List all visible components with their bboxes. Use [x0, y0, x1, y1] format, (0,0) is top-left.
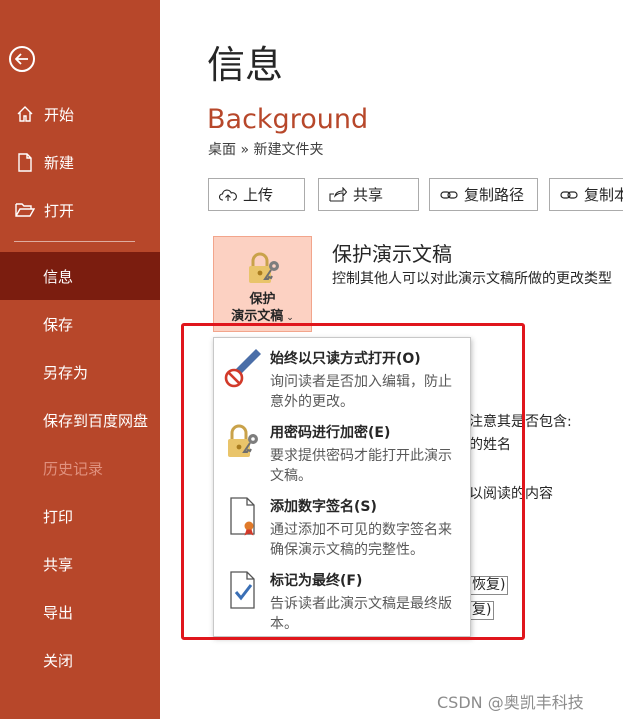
nav-info-label: 信息: [43, 267, 74, 286]
nav-home-label: 开始: [44, 105, 75, 124]
nav-export[interactable]: 导出: [0, 588, 160, 636]
menu-item-read-only-title: 始终以只读方式打开(O): [270, 351, 421, 367]
cloud-upload-icon: [219, 188, 237, 202]
protect-tile-label-2-row: 演示文稿 ⌄: [231, 308, 294, 327]
protect-tile-label-2: 演示文稿: [231, 309, 284, 324]
menu-item-encrypt-description: 要求提供密码才能打开此演示文稿。: [270, 448, 452, 484]
nav-history: 历史记录: [0, 444, 160, 492]
nav-save-as[interactable]: 另存为: [0, 348, 160, 396]
digital-signature-icon: [222, 494, 264, 538]
author-name-fragment: 的姓名: [469, 437, 511, 453]
restore-button-2[interactable]: 复): [469, 601, 495, 620]
nav-info[interactable]: 信息: [0, 252, 160, 300]
chevron-down-icon: ⌄: [286, 313, 294, 323]
menu-item-mark-final-title: 标记为最终(F): [270, 573, 363, 589]
menu-item-mark-final-description: 告诉读者此演示文稿是最终版本。: [270, 596, 452, 632]
breadcrumb[interactable]: 桌面 » 新建文件夹: [208, 139, 323, 159]
link-icon: [560, 189, 578, 201]
copy-path-button[interactable]: 复制路径: [429, 178, 538, 211]
protect-tile-label-1: 保护: [249, 292, 276, 307]
menu-item-signature-title: 添加数字签名(S): [270, 499, 377, 515]
protect-presentation-button[interactable]: 保护 演示文稿 ⌄: [213, 236, 312, 332]
nav-share-label: 共享: [43, 555, 74, 574]
nav-save-to-baidu-label: 保存到百度网盘: [43, 411, 149, 430]
nav-save-label: 保存: [43, 315, 74, 334]
menu-item-read-only-description: 询问读者是否加入编辑，防止意外的更改。: [270, 374, 452, 410]
home-icon: [14, 103, 36, 125]
lock-key-icon: [243, 251, 283, 291]
upload-label: 上传: [243, 186, 274, 204]
lock-key-icon: [222, 420, 264, 464]
nav-close[interactable]: 关闭: [0, 636, 160, 684]
nav-new-label: 新建: [44, 153, 75, 172]
back-arrow-icon: [15, 53, 28, 65]
link-icon: [440, 189, 458, 201]
nav-open[interactable]: 打开: [0, 186, 160, 234]
protect-presentation-menu: 始终以只读方式打开(O) 询问读者是否加入编辑，防止意外的更改。 用密码进行加密…: [213, 337, 471, 637]
copy-link-button[interactable]: 复制本: [549, 178, 623, 211]
copy-link-label: 复制本: [584, 186, 623, 204]
share-icon: [329, 187, 347, 202]
nav-save[interactable]: 保存: [0, 300, 160, 348]
copy-path-label: 复制路径: [464, 186, 525, 204]
protect-section-description: 控制其他人可以对此演示文稿所做的更改类型: [332, 271, 612, 287]
nav-history-label: 历史记录: [43, 459, 104, 478]
page-title: 信息: [207, 43, 284, 87]
nav-open-label: 打开: [44, 201, 75, 220]
document-name: Background: [207, 104, 369, 135]
accessibility-fragment: 以阅读的内容: [469, 486, 553, 502]
back-button[interactable]: [9, 46, 35, 72]
nav-close-label: 关闭: [43, 651, 74, 670]
inspect-note-fragment: 请注意其是否包含:: [455, 414, 572, 430]
nav-save-to-baidu[interactable]: 保存到百度网盘: [0, 396, 160, 444]
share-button[interactable]: 共享: [318, 178, 419, 211]
menu-item-encrypt-title: 用密码进行加密(E): [270, 425, 391, 441]
folder-open-icon: [14, 199, 36, 221]
protect-section-title: 保护演示文稿: [332, 242, 452, 266]
nav-print-label: 打印: [43, 507, 74, 526]
watermark: CSDN @奥凯丰科技: [437, 693, 584, 712]
nav-home[interactable]: 开始: [0, 90, 160, 138]
share-label: 共享: [353, 186, 384, 204]
nav-share[interactable]: 共享: [0, 540, 160, 588]
nav-save-as-label: 另存为: [43, 363, 89, 382]
menu-item-signature-description: 通过添加不可见的数字签名来确保演示文稿的完整性。: [270, 522, 452, 558]
nav-print[interactable]: 打印: [0, 492, 160, 540]
pencil-no-edit-icon: [222, 346, 264, 390]
nav-export-label: 导出: [43, 603, 74, 622]
mark-final-icon: [222, 568, 264, 612]
upload-button[interactable]: 上传: [208, 178, 305, 211]
menu-item-digital-signature[interactable]: 添加数字签名(S) 通过添加不可见的数字签名来确保演示文稿的完整性。: [214, 490, 470, 564]
menu-item-read-only[interactable]: 始终以只读方式打开(O) 询问读者是否加入编辑，防止意外的更改。: [214, 342, 470, 416]
menu-item-mark-final[interactable]: 标记为最终(F) 告诉读者此演示文稿是最终版本。: [214, 564, 470, 638]
nav-new[interactable]: 新建: [0, 138, 160, 186]
menu-item-encrypt-password[interactable]: 用密码进行加密(E) 要求提供密码才能打开此演示文稿。: [214, 416, 470, 490]
restore-button-1[interactable]: 恢复): [469, 576, 509, 595]
new-file-icon: [14, 151, 36, 173]
backstage-sidebar: 开始 新建 打开 信息 保存 另存为 保存到百度网盘 历史记录 打印 共享 导出…: [0, 0, 160, 719]
sidebar-divider: [14, 241, 135, 242]
